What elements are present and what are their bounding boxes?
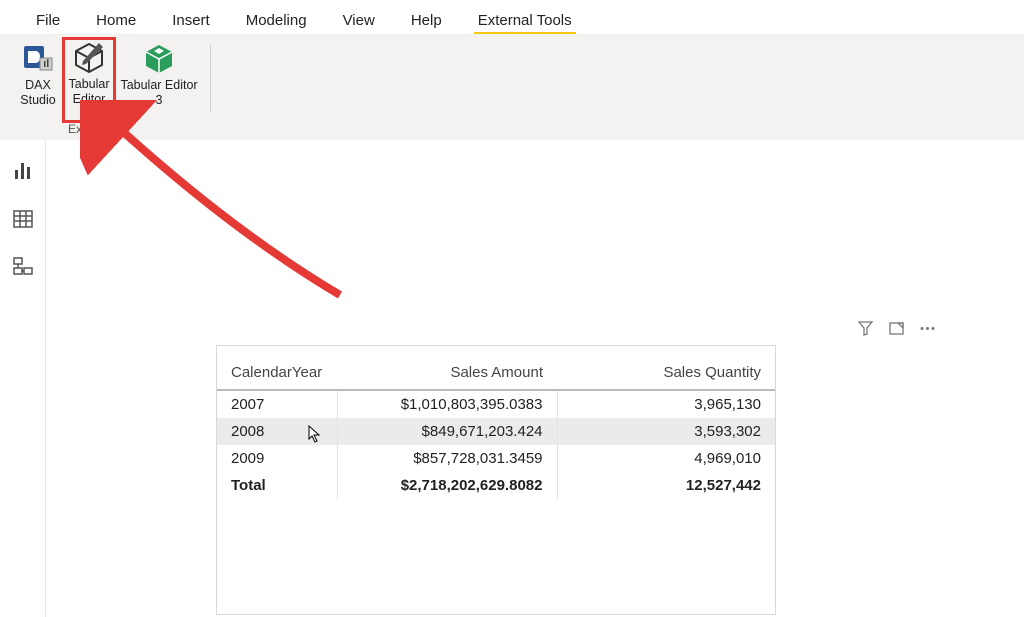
tab-help[interactable]: Help bbox=[393, 6, 460, 34]
data-table: CalendarYear Sales Amount Sales Quantity… bbox=[217, 358, 775, 499]
cell-amount: $849,671,203.424 bbox=[337, 418, 557, 445]
tabular-editor-3-label1: Tabular Editor bbox=[120, 78, 197, 93]
cell-year: 2008 bbox=[217, 418, 337, 445]
col-sales-quantity[interactable]: Sales Quantity bbox=[557, 358, 775, 390]
cell-qty: 3,965,130 bbox=[557, 390, 775, 418]
table-total-row: Total $2,718,202,629.8082 12,527,442 bbox=[217, 472, 775, 499]
tab-modeling[interactable]: Modeling bbox=[228, 6, 325, 34]
col-calendaryear[interactable]: CalendarYear bbox=[217, 358, 337, 390]
cell-year: 2007 bbox=[217, 390, 337, 418]
bar-chart-icon bbox=[12, 160, 34, 182]
tabular-editor-3-icon bbox=[142, 42, 176, 76]
tab-insert[interactable]: Insert bbox=[154, 6, 228, 34]
table-visual[interactable]: CalendarYear Sales Amount Sales Quantity… bbox=[216, 345, 776, 615]
left-rail bbox=[0, 140, 46, 617]
table-row[interactable]: 2009 $857,728,031.3459 4,969,010 bbox=[217, 445, 775, 472]
cell-total-label: Total bbox=[217, 472, 337, 499]
tab-external-tools[interactable]: External Tools bbox=[460, 6, 590, 34]
tabular-editor-3-button[interactable]: Tabular Editor 3 bbox=[116, 40, 202, 108]
tab-view[interactable]: View bbox=[325, 6, 393, 34]
ribbon-separator bbox=[210, 44, 211, 112]
dax-studio-button[interactable]: DAX Studio bbox=[14, 40, 62, 108]
focus-mode-button[interactable] bbox=[888, 320, 905, 337]
table-row[interactable]: 2008 $849,671,203.424 3,593,302 bbox=[217, 418, 775, 445]
model-icon bbox=[12, 256, 34, 278]
table-header-row: CalendarYear Sales Amount Sales Quantity bbox=[217, 358, 775, 390]
model-view-button[interactable] bbox=[10, 254, 36, 280]
ellipsis-icon bbox=[919, 320, 936, 337]
ribbon-group-label: External bbox=[68, 122, 112, 136]
tabular-editor-label1: Tabular bbox=[69, 77, 110, 92]
cell-year: 2009 bbox=[217, 445, 337, 472]
table-icon bbox=[12, 208, 34, 230]
data-view-button[interactable] bbox=[10, 206, 36, 232]
tabular-editor-button[interactable]: Tabular Editor bbox=[62, 37, 116, 123]
visual-header bbox=[857, 320, 936, 337]
dax-studio-label1: DAX bbox=[25, 78, 51, 93]
tabular-editor-3-label2: 3 bbox=[156, 93, 163, 108]
tab-home[interactable]: Home bbox=[78, 6, 154, 34]
funnel-icon bbox=[857, 320, 874, 337]
cell-total-amount: $2,718,202,629.8082 bbox=[337, 472, 557, 499]
cell-amount: $857,728,031.3459 bbox=[337, 445, 557, 472]
table-row[interactable]: 2007 $1,010,803,395.0383 3,965,130 bbox=[217, 390, 775, 418]
ribbon-tabs: File Home Insert Modeling View Help Exte… bbox=[0, 0, 1024, 34]
dax-studio-icon bbox=[21, 42, 55, 76]
report-canvas[interactable]: CalendarYear Sales Amount Sales Quantity… bbox=[46, 140, 1024, 617]
tabular-editor-icon bbox=[72, 41, 106, 75]
cell-qty: 3,593,302 bbox=[557, 418, 775, 445]
cell-amount: $1,010,803,395.0383 bbox=[337, 390, 557, 418]
tabular-editor-label2: Editor bbox=[73, 92, 106, 107]
col-sales-amount[interactable]: Sales Amount bbox=[337, 358, 557, 390]
dax-studio-label2: Studio bbox=[20, 93, 55, 108]
ribbon-body: DAX Studio Tabular Editor Tabular Editor… bbox=[0, 34, 1024, 140]
focus-icon bbox=[888, 320, 905, 337]
more-options-button[interactable] bbox=[919, 320, 936, 337]
cell-total-qty: 12,527,442 bbox=[557, 472, 775, 499]
cell-qty: 4,969,010 bbox=[557, 445, 775, 472]
filter-button[interactable] bbox=[857, 320, 874, 337]
report-view-button[interactable] bbox=[10, 158, 36, 184]
tab-file[interactable]: File bbox=[18, 6, 78, 34]
